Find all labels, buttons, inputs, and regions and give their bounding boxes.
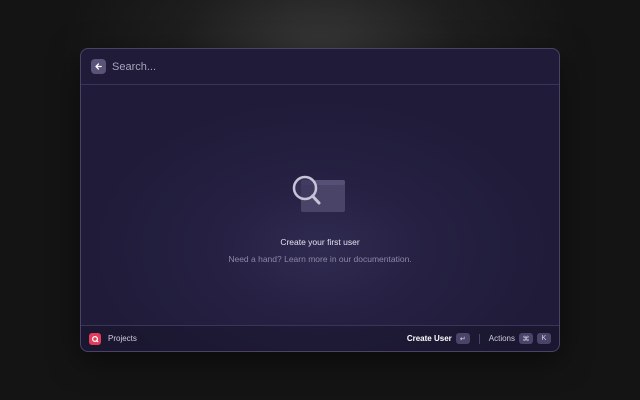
back-button[interactable] [91, 59, 106, 74]
action-bar: Projects Create User ↵ Actions ⌘ K [81, 325, 559, 351]
arrow-left-icon [95, 63, 102, 70]
empty-state-hint[interactable]: Need a hand? Learn more in our documenta… [81, 254, 559, 264]
command-palette-window: Create your first user Need a hand? Lear… [80, 48, 560, 352]
actions-button[interactable]: Actions [489, 334, 515, 343]
search-input[interactable] [112, 60, 492, 73]
empty-state-title: Create your first user [280, 237, 360, 247]
enter-key-hint: ↵ [455, 333, 470, 344]
k-key-hint: K [537, 333, 551, 344]
footer-divider [478, 333, 480, 344]
magnifier-illustration-icon [292, 175, 345, 212]
project-label[interactable]: Projects [108, 334, 137, 343]
create-user-button[interactable]: Create User [407, 334, 452, 343]
search-bar [81, 49, 559, 85]
raycast-logo-icon [89, 332, 101, 345]
command-key-hint: ⌘ [519, 333, 533, 344]
footer-actions: Create User ↵ Actions ⌘ K [407, 333, 551, 344]
